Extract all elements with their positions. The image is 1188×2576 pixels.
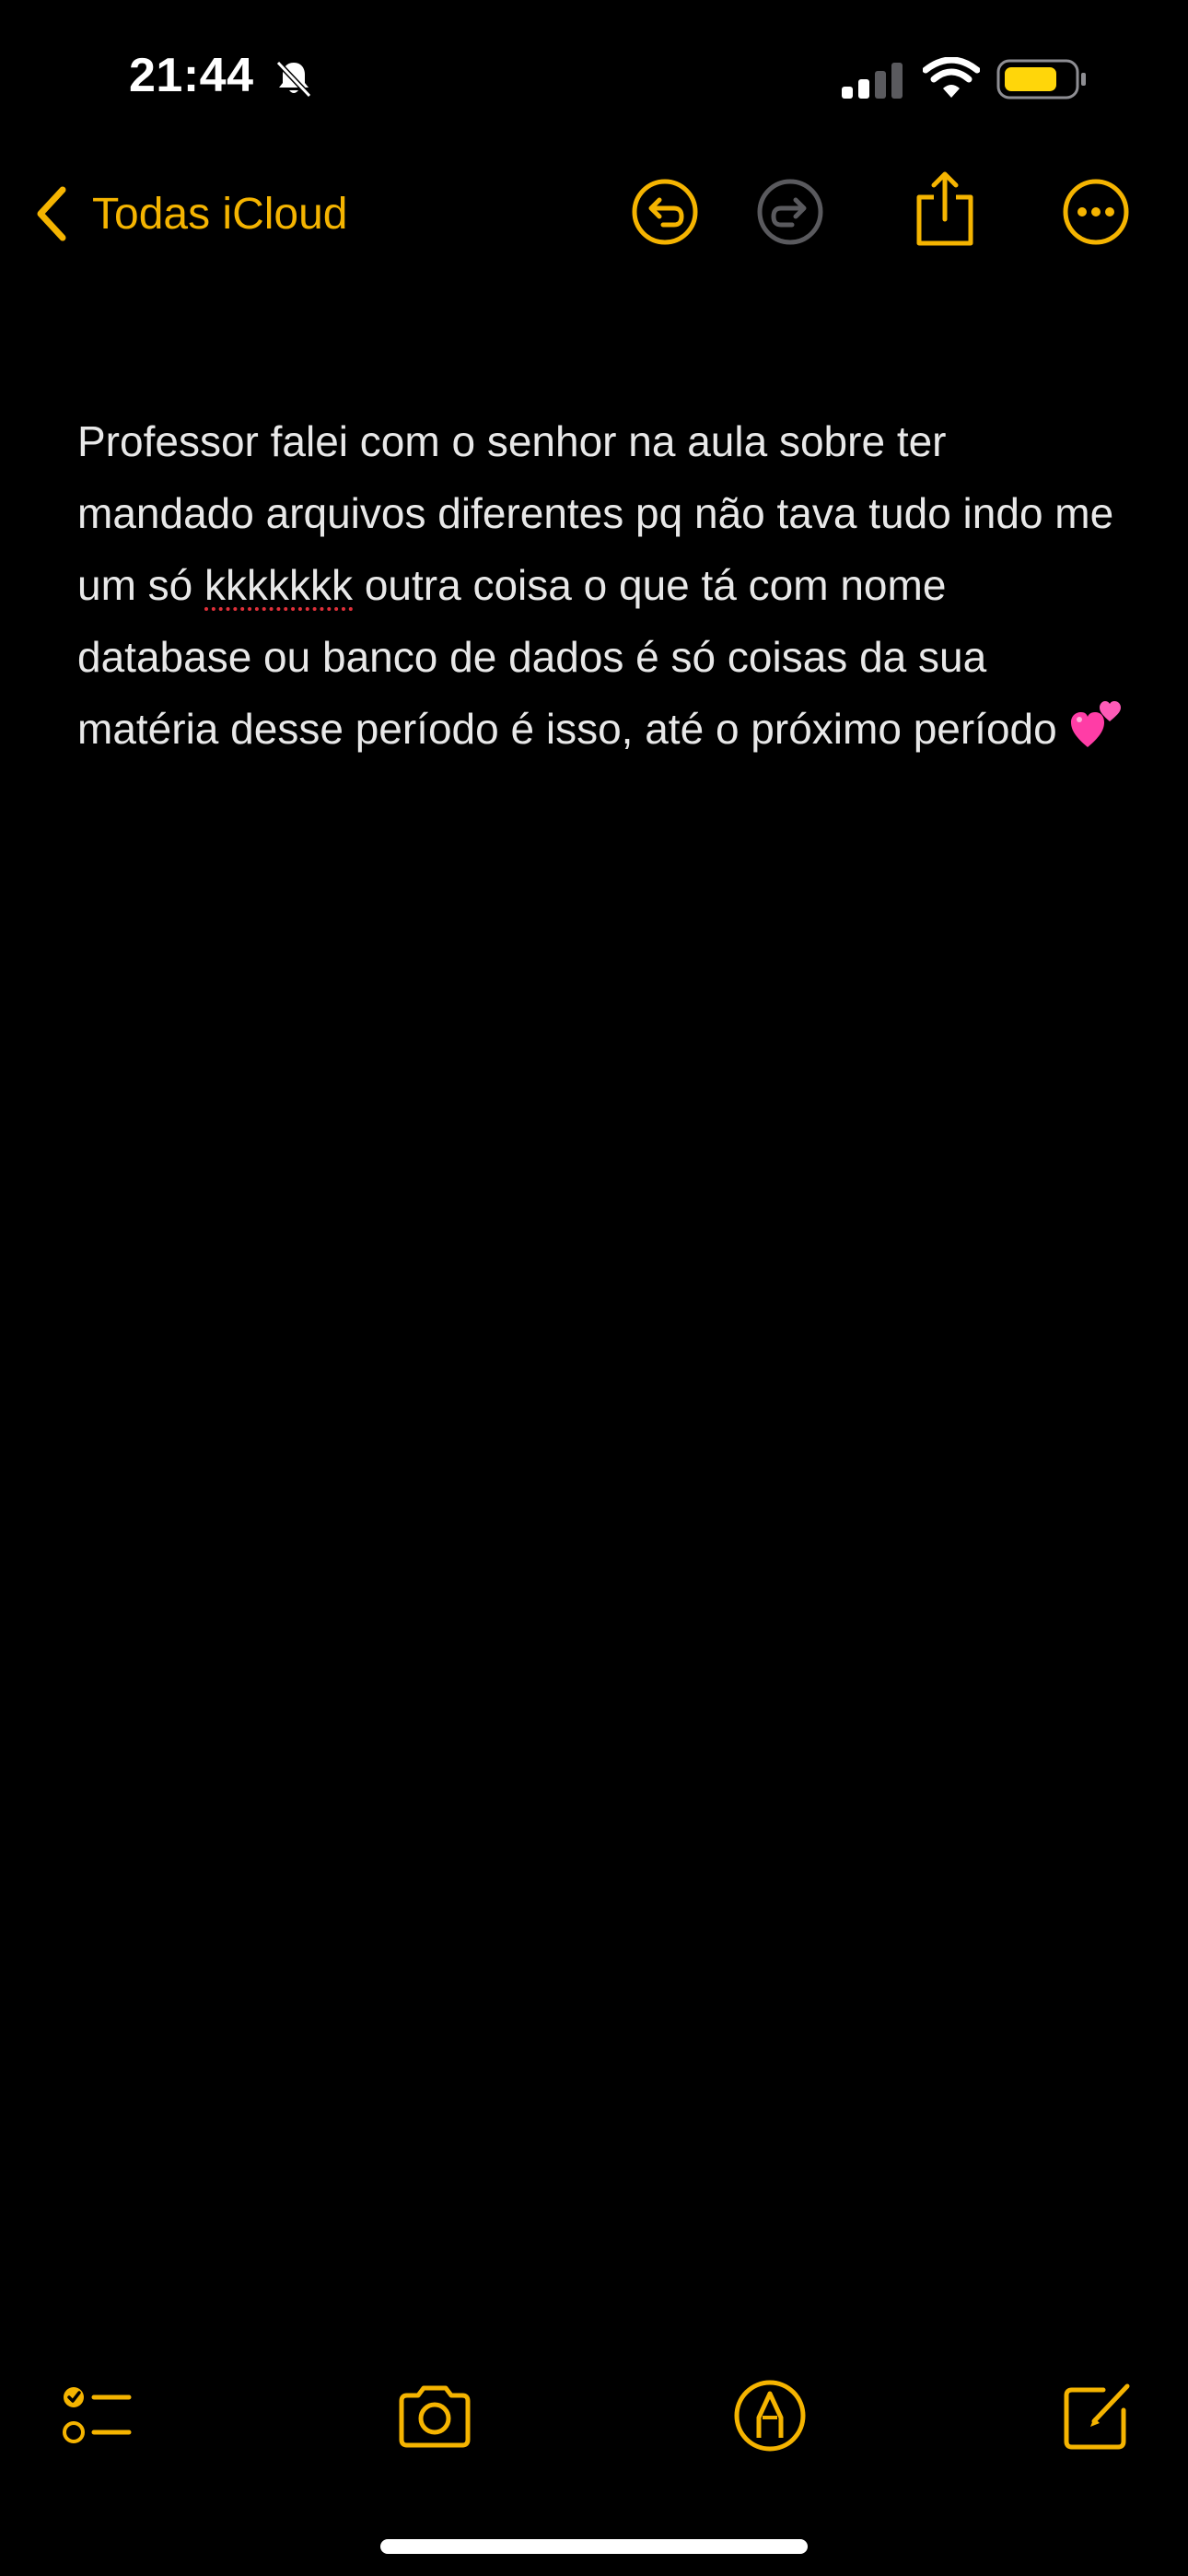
markup-icon[interactable] [731,2377,809,2454]
cellular-signal-icon [842,63,903,99]
back-button[interactable]: Todas iCloud [33,177,348,251]
status-time: 21:44 [129,49,254,102]
bell-slash-icon [275,60,312,99]
more-icon[interactable] [1061,177,1131,247]
two-hearts-emoji [1070,701,1121,747]
compose-icon[interactable] [1059,2377,1136,2454]
battery-icon [996,59,1086,100]
chevron-left-icon [37,186,66,241]
checklist-icon[interactable] [59,2377,136,2454]
undo-icon[interactable] [630,177,700,247]
back-label: Todas iCloud [92,189,348,239]
note-text[interactable]: Professor falei com o senhor na aula sob… [77,405,1127,765]
bottom-toolbar [0,2377,1188,2478]
wifi-icon [923,57,980,98]
status-bar: 21:44 [0,0,1188,157]
redo-icon[interactable] [755,177,825,247]
share-icon[interactable] [910,170,980,249]
camera-icon[interactable] [396,2377,473,2454]
misspelled-word[interactable]: kkkkkkk [204,561,353,609]
nav-bar: Todas iCloud [0,157,1188,267]
home-indicator[interactable] [380,2539,808,2554]
